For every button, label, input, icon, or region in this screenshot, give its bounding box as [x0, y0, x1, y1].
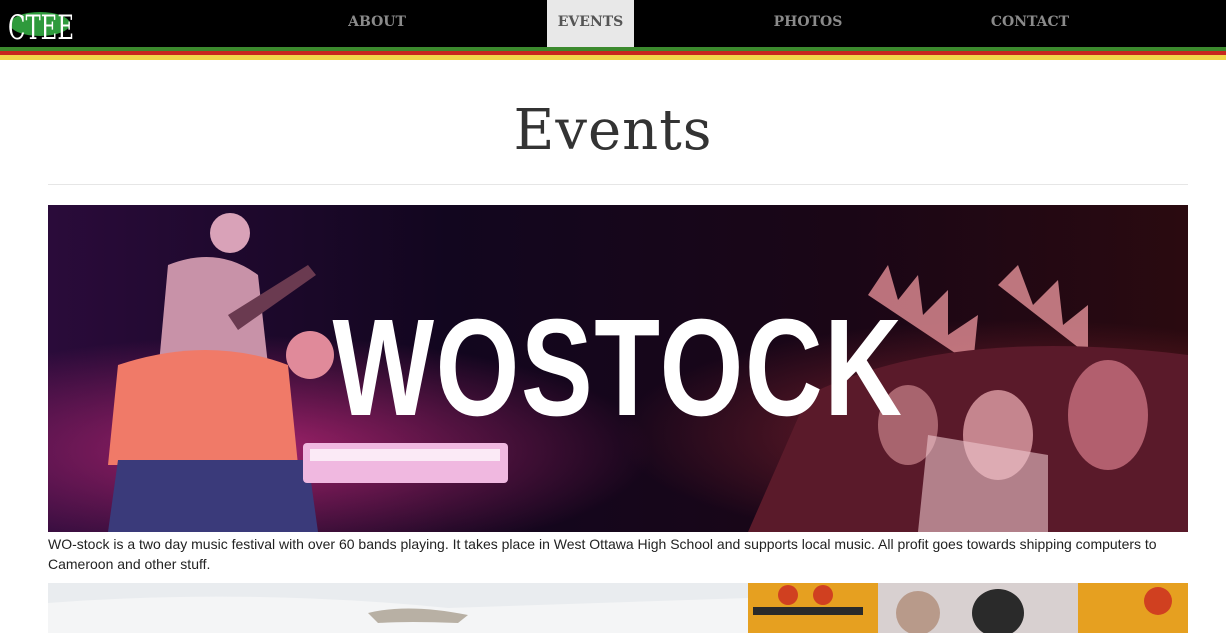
logo-icon: CTEE — [8, 8, 74, 48]
page-title: Events — [513, 98, 713, 163]
title-divider — [48, 184, 1188, 185]
nav-item-contact[interactable]: CONTACT — [980, 0, 1080, 47]
nav-item-photos[interactable]: PHOTOS — [762, 0, 854, 47]
site-logo[interactable]: CTEE — [4, 6, 76, 48]
event-description: WO-stock is a two day music festival wit… — [48, 536, 1157, 572]
logo-text: CTEE — [8, 8, 74, 44]
winter-photo — [48, 583, 1188, 633]
event-banner-next[interactable] — [48, 583, 1188, 633]
flag-stripe-yellow — [0, 55, 1226, 60]
event-title-overlay: WOSTOCK — [332, 291, 904, 445]
top-navbar: CTEE ABOUT EVENTS PHOTOS CONTACT — [0, 0, 1226, 48]
event-banner-wostock[interactable]: WOSTOCK — [48, 205, 1188, 532]
nav-item-events[interactable]: EVENTS — [547, 0, 634, 47]
nav-item-about[interactable]: ABOUT — [332, 0, 422, 47]
